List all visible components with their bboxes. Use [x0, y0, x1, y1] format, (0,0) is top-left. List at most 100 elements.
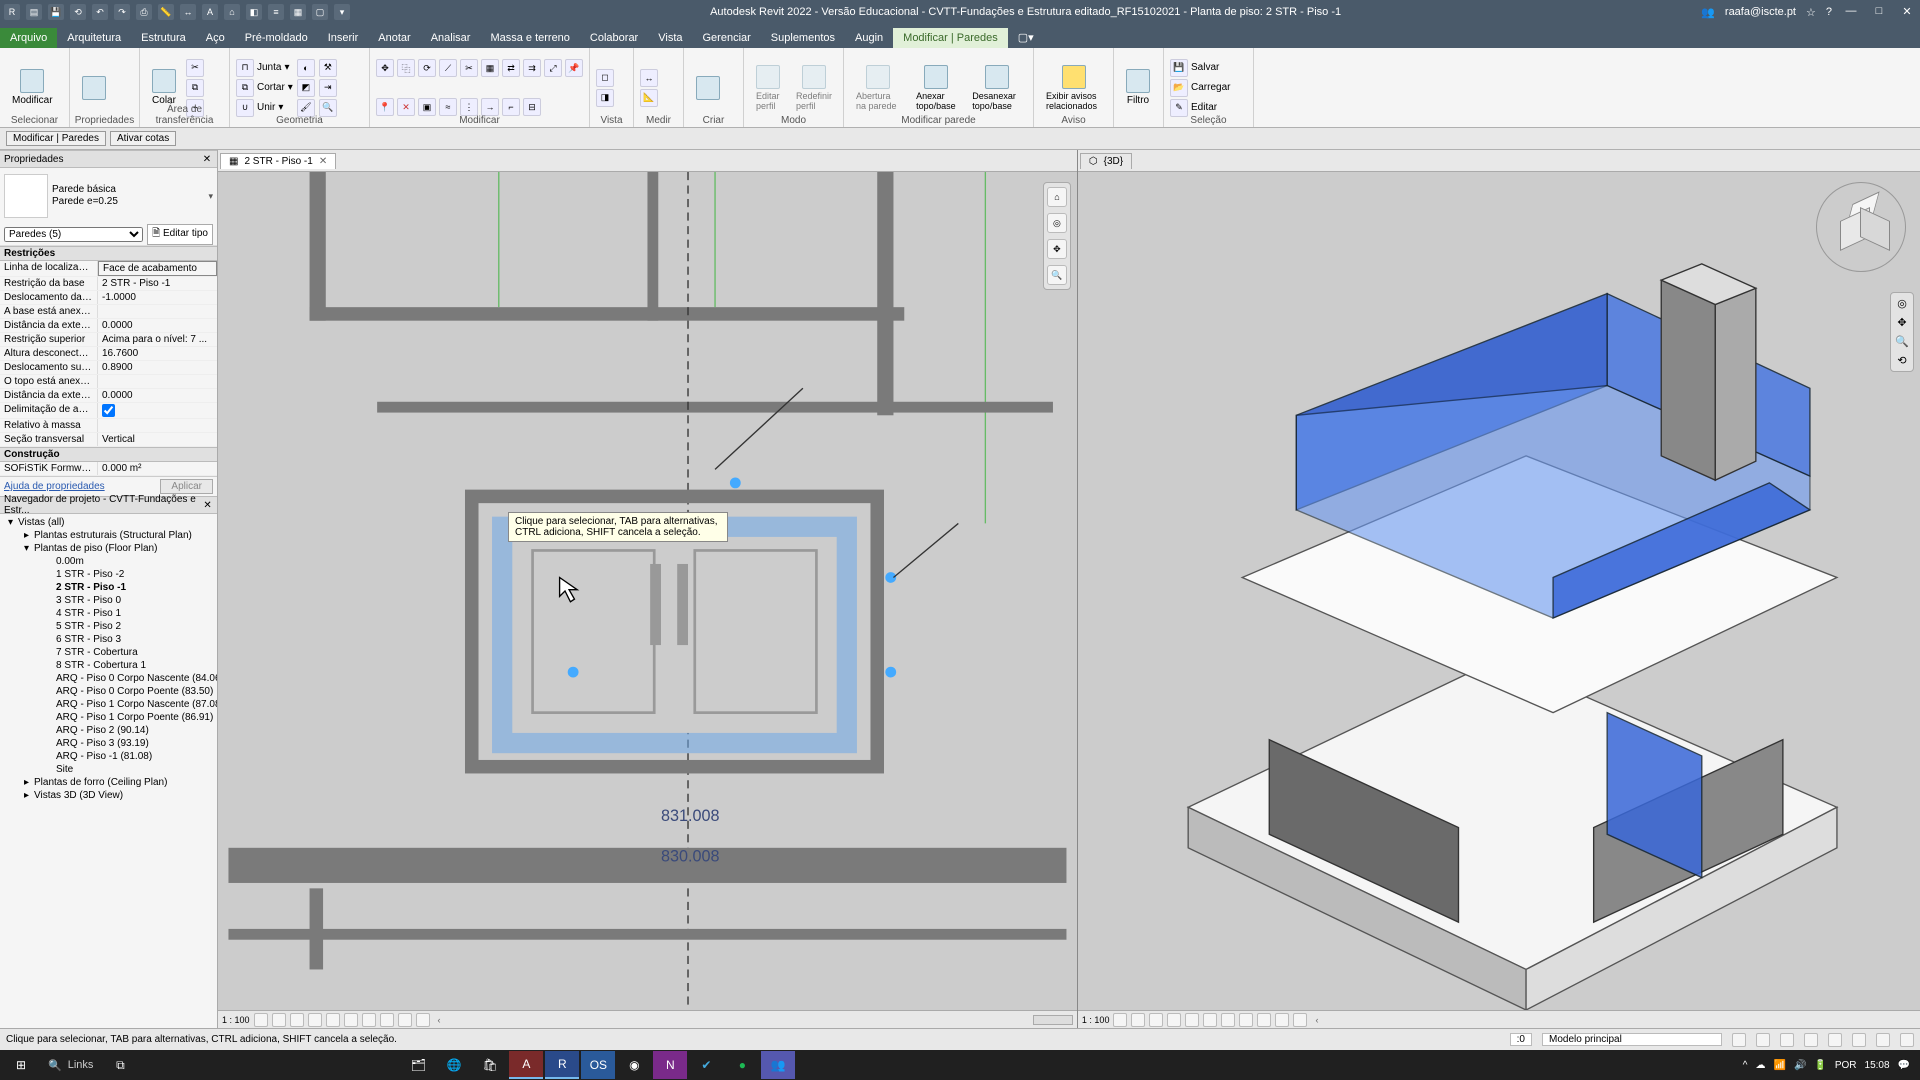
browser-item[interactable]: 8 STR - Cobertura 1: [0, 659, 217, 672]
tab-augin[interactable]: Augin: [845, 28, 893, 48]
minimize-button[interactable]: —: [1842, 5, 1860, 19]
detail-level-icon[interactable]: [254, 1013, 268, 1027]
paste-button[interactable]: Colar: [146, 67, 182, 108]
taskbar-search[interactable]: 🔍Links: [40, 1059, 101, 1072]
crop-show-3d-icon[interactable]: [1221, 1013, 1235, 1027]
property-row[interactable]: A base está anexada: [0, 305, 217, 319]
shadows-icon[interactable]: [308, 1013, 322, 1027]
thin-lines-icon[interactable]: ≡: [268, 4, 284, 20]
filter-status-icon[interactable]: [1876, 1033, 1890, 1047]
visual-style-icon[interactable]: [272, 1013, 286, 1027]
pan-3d-icon[interactable]: ✥: [1897, 316, 1906, 329]
tab-aco[interactable]: Aço: [196, 28, 235, 48]
browser-ceiling[interactable]: ▸Plantas de forro (Ceiling Plan): [0, 776, 217, 789]
type-dropdown-icon[interactable]: ▾: [208, 191, 213, 202]
taskview-icon[interactable]: ⧉: [103, 1051, 137, 1079]
browser-item[interactable]: ARQ - Piso -1 (81.08): [0, 750, 217, 763]
analytical-icon[interactable]: [416, 1013, 430, 1027]
zoom-3d-icon[interactable]: 🔍: [1895, 335, 1909, 348]
properties-close-icon[interactable]: ✕: [201, 154, 213, 165]
edit-profile-button[interactable]: Editar perfil: [750, 63, 786, 113]
unite-button[interactable]: ∪Unir▾: [236, 99, 293, 117]
spotify-icon[interactable]: ●: [725, 1051, 759, 1079]
tab-colaborar[interactable]: Colaborar: [580, 28, 648, 48]
browser-structural[interactable]: ▸Plantas estruturais (Structural Plan): [0, 529, 217, 542]
create-button[interactable]: [690, 74, 726, 102]
detach-top-button[interactable]: Desanexar topo/base: [966, 63, 1027, 113]
modify-button[interactable]: Modificar: [6, 67, 59, 108]
redo-icon[interactable]: ↷: [114, 4, 130, 20]
undo-icon[interactable]: ↶: [92, 4, 108, 20]
override-icon[interactable]: ◨: [596, 89, 614, 107]
property-row[interactable]: Altura desconectada16.7600: [0, 347, 217, 361]
clock[interactable]: 15:08: [1865, 1060, 1890, 1071]
unpin-icon[interactable]: 📍: [376, 98, 394, 116]
scale-label[interactable]: 1 : 100: [222, 1015, 250, 1025]
save-selection-button[interactable]: 💾Salvar: [1170, 59, 1230, 77]
splitgap-icon[interactable]: ⊟: [523, 98, 541, 116]
browser-close-icon[interactable]: ✕: [202, 500, 213, 511]
join-button[interactable]: ⊓Junta▾: [236, 59, 293, 77]
type-selector[interactable]: Parede básica Parede e=0.25 ▾: [0, 168, 217, 224]
measure2-icon[interactable]: 📐: [640, 89, 658, 107]
3d-canvas[interactable]: ◎ ✥ 🔍 ⟲: [1078, 172, 1920, 1010]
sun-3d-icon[interactable]: [1149, 1013, 1163, 1027]
tab-vista[interactable]: Vista: [648, 28, 692, 48]
align-icon[interactable]: ⇥: [319, 79, 337, 97]
tab-modificar-paredes[interactable]: Modificar | Paredes: [893, 28, 1008, 48]
property-row[interactable]: Linha de localizaçãoFace de acabamento: [0, 261, 217, 277]
home-icon[interactable]: ⌂: [1047, 187, 1067, 207]
3d-icon[interactable]: ⌂: [224, 4, 240, 20]
property-row[interactable]: Relativo à massa: [0, 419, 217, 433]
explorer-icon[interactable]: 🗂: [401, 1051, 435, 1079]
tab-overflow-icon[interactable]: ▢▾: [1008, 27, 1044, 48]
volume-icon[interactable]: 🔊: [1794, 1060, 1806, 1071]
view-tab-close-icon[interactable]: ✕: [319, 156, 327, 167]
onenote-icon[interactable]: N: [653, 1051, 687, 1079]
hide-isolate-icon[interactable]: [362, 1013, 376, 1027]
trim-icon[interactable]: ⟋: [439, 59, 457, 77]
onedrive-icon[interactable]: ☁: [1755, 1060, 1765, 1071]
cope-icon[interactable]: ◐: [297, 59, 315, 77]
select-face-icon[interactable]: [1828, 1033, 1842, 1047]
property-row[interactable]: Restrição superiorAcima para o nível: 7 …: [0, 333, 217, 347]
browser-item[interactable]: ARQ - Piso 0 Corpo Poente (83.50): [0, 685, 217, 698]
hide-3d-icon[interactable]: [1239, 1013, 1253, 1027]
help-icon[interactable]: ?: [1826, 6, 1832, 18]
tab-analisar[interactable]: Analisar: [421, 28, 481, 48]
crop-3d-icon[interactable]: [1203, 1013, 1217, 1027]
user-label[interactable]: raafa@iscte.pt: [1725, 6, 1796, 18]
favorites-icon[interactable]: ☆: [1806, 6, 1816, 19]
delete-icon[interactable]: ✕: [397, 98, 415, 116]
property-row[interactable]: Delimitação de ambi...: [0, 403, 217, 419]
crop-icon[interactable]: [326, 1013, 340, 1027]
room-bounding-checkbox[interactable]: [102, 404, 115, 417]
revit-logo-icon[interactable]: R: [4, 4, 20, 20]
chrome-icon[interactable]: ◉: [617, 1051, 651, 1079]
open-icon[interactable]: ▤: [26, 4, 42, 20]
property-row[interactable]: Distância da extensã...0.0000: [0, 319, 217, 333]
tab-suplementos[interactable]: Suplementos: [761, 28, 845, 48]
property-row[interactable]: Restrição da base2 STR - Piso -1: [0, 277, 217, 291]
edge-icon[interactable]: 🌐: [437, 1051, 471, 1079]
copy2-icon[interactable]: ⿻: [397, 59, 415, 77]
copy-icon[interactable]: ⧉: [186, 79, 204, 97]
wheel-3d-icon[interactable]: ◎: [1897, 297, 1907, 310]
select-links-icon[interactable]: [1756, 1033, 1770, 1047]
corner-icon[interactable]: ⌐: [502, 98, 520, 116]
todo-icon[interactable]: ✔: [689, 1051, 723, 1079]
browser-item[interactable]: 7 STR - Cobertura: [0, 646, 217, 659]
zoom-icon[interactable]: 🔍: [1047, 265, 1067, 285]
properties-help-link[interactable]: Ajuda de propriedades: [4, 481, 105, 492]
wheel-icon[interactable]: ◎: [1047, 213, 1067, 233]
cut-geometry-button[interactable]: ⧉Cortar▾: [236, 79, 293, 97]
browser-item[interactable]: 5 STR - Piso 2: [0, 620, 217, 633]
edit-selection-button[interactable]: ✎Editar: [1170, 99, 1230, 117]
view-tab-plan[interactable]: ▦ 2 STR - Piso -1 ✕: [220, 153, 336, 169]
scale-icon[interactable]: ⤢: [544, 59, 562, 77]
view-tab-3d[interactable]: ⬡ {3D}: [1080, 153, 1132, 169]
paint-icon[interactable]: 🖌: [297, 99, 315, 117]
alignpts-icon[interactable]: ⋮: [460, 98, 478, 116]
select-pinned-icon[interactable]: [1804, 1033, 1818, 1047]
browser-item[interactable]: ARQ - Piso 1 Corpo Poente (86.91): [0, 711, 217, 724]
